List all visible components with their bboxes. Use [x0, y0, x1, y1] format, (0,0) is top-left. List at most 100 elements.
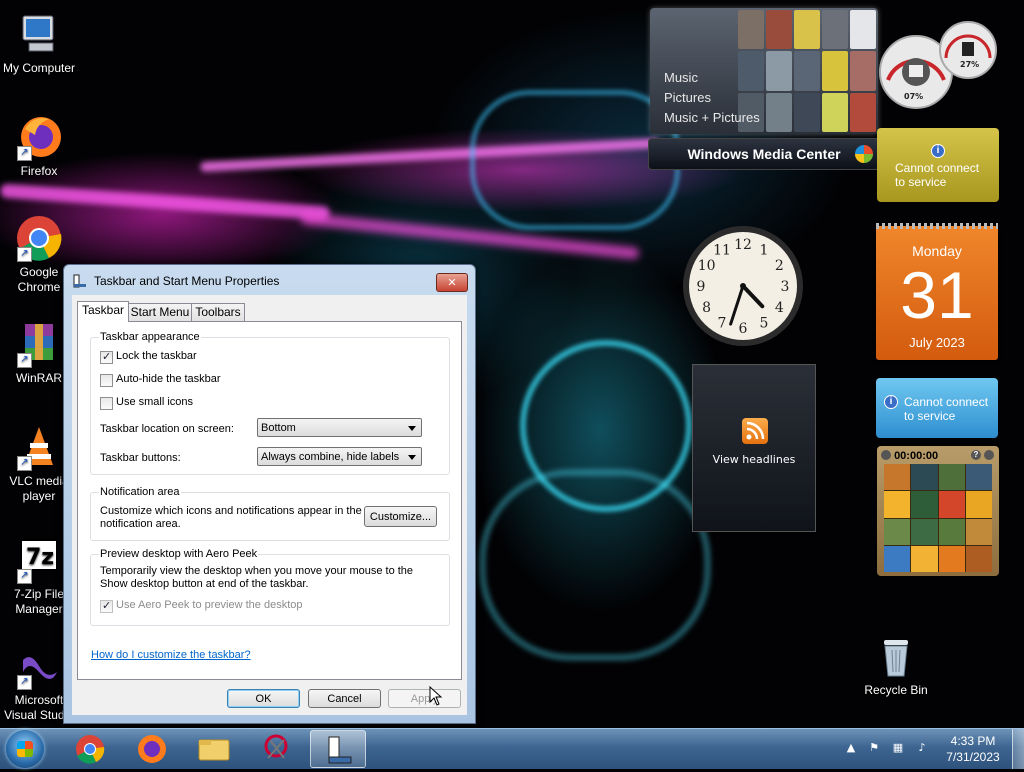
lock-taskbar-checkbox[interactable]: [100, 350, 113, 364]
network-icon[interactable]: ▦: [891, 741, 905, 755]
svg-text:7z: 7z: [26, 545, 54, 570]
clock-numeral: 4: [775, 300, 784, 316]
show-hidden-icons-chevron[interactable]: ▲: [844, 741, 858, 755]
desktop-icon-recycle-bin[interactable]: Recycle Bin: [858, 632, 934, 698]
chevron-down-icon: [408, 426, 416, 431]
notification-description-line1: Customize which icons and notifications …: [100, 505, 362, 517]
taskbar-buttons-select[interactable]: Always combine, hide labels: [257, 447, 422, 466]
taskbar-buttons-value: Always combine, hide labels: [261, 451, 400, 463]
view-headlines-label: View headlines: [712, 453, 796, 466]
cancel-button[interactable]: Cancel: [308, 689, 381, 708]
media-center-title: Windows Media Center: [687, 146, 841, 162]
taskbar-location-label: Taskbar location on screen:: [100, 423, 234, 435]
show-desktop-button[interactable]: [1012, 729, 1024, 769]
mouse-cursor-icon: [429, 685, 443, 709]
calendar-weekday: Monday: [912, 243, 962, 259]
clock-numeral: 11: [713, 243, 731, 259]
taskbar-explorer-button[interactable]: [186, 730, 242, 768]
weather-gadget-top[interactable]: i Cannot connect to service: [877, 128, 999, 202]
clock-gadget: 12 1 2 3 4 5 6 7 8 9 10 11: [681, 224, 805, 348]
taskbar-properties-button[interactable]: [310, 730, 366, 768]
7zip-icon: 7z ↗: [15, 536, 63, 584]
aero-peek-description-line2: Show desktop button at end of the taskba…: [100, 578, 309, 590]
close-button[interactable]: ✕: [436, 273, 468, 292]
dialog-title: Taskbar and Start Menu Properties: [94, 274, 280, 288]
clock-numeral: 3: [781, 279, 790, 295]
explorer-icon: [198, 739, 230, 761]
chrome-icon: [76, 735, 105, 764]
windows-logo-icon: [17, 741, 33, 757]
lock-taskbar-label[interactable]: Lock the taskbar: [116, 350, 197, 362]
clock-numeral: 1: [760, 243, 769, 259]
rss-icon: [742, 418, 768, 444]
tab-taskbar[interactable]: Taskbar: [77, 301, 129, 322]
media-center-bar[interactable]: Windows Media Center: [648, 138, 880, 170]
taskbar-snipping-tool-button[interactable]: [248, 730, 304, 768]
ok-button[interactable]: OK: [227, 689, 300, 708]
clock-numeral: 5: [760, 315, 769, 331]
auto-hide-label[interactable]: Auto-hide the taskbar: [116, 373, 221, 385]
media-center-menu-music-pictures[interactable]: Music + Pictures: [664, 108, 760, 128]
aero-peek-checkbox: [100, 599, 113, 613]
weather-gadget-bottom[interactable]: i Cannot connect to service: [876, 378, 998, 438]
taskbar-location-select[interactable]: Bottom: [257, 418, 422, 437]
help-icon[interactable]: ?: [971, 450, 981, 460]
action-center-icon[interactable]: ⚑: [867, 741, 881, 755]
help-link[interactable]: How do I customize the taskbar?: [91, 649, 251, 661]
chevron-down-icon: [408, 455, 416, 460]
group-title: Notification area: [99, 486, 181, 498]
calendar-gadget[interactable]: Monday 31 July 2023: [876, 223, 998, 360]
small-icons-checkbox[interactable]: [100, 397, 113, 410]
puzzle-timer: 00:00:00: [894, 450, 939, 462]
desktop-icon-my-computer[interactable]: My Computer: [1, 10, 77, 76]
tab-panel-taskbar: Taskbar appearance Lock the taskbar Auto…: [77, 321, 462, 680]
taskbar-chrome-button[interactable]: [62, 730, 118, 768]
aero-peek-group: Preview desktop with Aero Peek Temporari…: [90, 548, 450, 626]
recycle-bin-icon: [872, 632, 920, 680]
feed-headlines-gadget[interactable]: View headlines: [692, 364, 816, 532]
clock-numeral: 7: [718, 315, 727, 331]
close-icon: ✕: [447, 276, 457, 289]
calendar-rings: [876, 223, 998, 229]
desktop-icon-firefox[interactable]: ↗ Firefox: [1, 113, 77, 179]
tab-toolbars[interactable]: Toolbars: [191, 303, 245, 321]
cpu-percent: 07%: [904, 92, 924, 101]
shortcut-arrow-icon: ↗: [17, 675, 32, 690]
weather-error-message: Cannot connect to service: [895, 161, 980, 189]
taskbar-clock[interactable]: 4:33 PM 7/31/2023: [940, 733, 1006, 765]
clock-date: 7/31/2023: [946, 750, 1000, 764]
picture-puzzle-gadget[interactable]: 00:00:00 ?: [877, 446, 999, 576]
media-center-menu-music[interactable]: Music: [664, 68, 760, 88]
show-picture-icon[interactable]: [984, 450, 994, 460]
clock-numeral: 2: [775, 258, 784, 274]
taskbar-firefox-button[interactable]: [124, 730, 180, 768]
taskbar-appearance-group: Taskbar appearance Lock the taskbar Auto…: [90, 331, 450, 475]
dialog-titlebar[interactable]: Taskbar and Start Menu Properties ✕: [64, 265, 475, 295]
weather-error-message: Cannot connect to service: [904, 395, 989, 423]
desktop: My Computer ↗ Firefox ↗ Google Chrome ↗ …: [0, 0, 1024, 728]
media-center-menu-pictures[interactable]: Pictures: [664, 88, 760, 108]
info-icon: i: [931, 144, 945, 158]
volume-muted-icon[interactable]: ♪: [915, 741, 929, 755]
puzzle-grid[interactable]: [884, 464, 992, 572]
tab-start-menu[interactable]: Start Menu: [128, 303, 192, 321]
memory-percent: 27%: [960, 60, 980, 69]
taskbar-properties-icon: [328, 736, 352, 764]
notification-description-line2: notification area.: [100, 518, 181, 530]
vlc-cone-icon: ↗: [15, 423, 63, 471]
customize-button[interactable]: Customize...: [364, 506, 437, 527]
snipping-tool-icon: [264, 734, 288, 759]
shortcut-arrow-icon: ↗: [17, 146, 32, 161]
computer-icon: [15, 10, 63, 58]
auto-hide-checkbox[interactable]: [100, 374, 113, 387]
clock-face: 12 12 3 45678 9 1011: [683, 226, 803, 346]
taskbar-buttons-label: Taskbar buttons:: [100, 452, 181, 464]
group-title: Taskbar appearance: [99, 331, 201, 343]
start-button[interactable]: [6, 730, 44, 768]
aero-peek-description-line1: Temporarily view the desktop when you mo…: [100, 565, 414, 577]
taskbar: ▲ ⚑ ▦ ♪ 4:33 PM 7/31/2023: [0, 728, 1024, 769]
clock-numeral: 9: [697, 279, 706, 295]
small-icons-label[interactable]: Use small icons: [116, 396, 193, 408]
firefox-icon: ↗: [15, 113, 63, 161]
media-center-gadget[interactable]: Music Pictures Music + Pictures: [650, 8, 878, 134]
